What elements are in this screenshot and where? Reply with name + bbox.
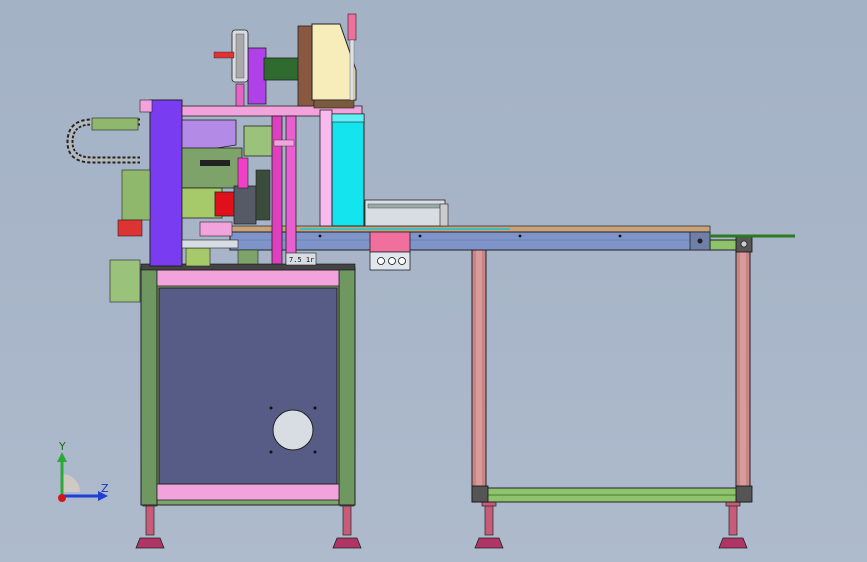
y-axis-arrow: [57, 452, 67, 462]
z-axis-label: Z: [101, 482, 109, 495]
foot-left-outer: [135, 499, 165, 549]
triad-quarter-disk: [62, 474, 80, 492]
foot-right-inner: [474, 499, 504, 549]
plate-label: 7.5 1r: [289, 256, 314, 264]
foot-left-inner: [332, 499, 362, 549]
upper-mechanism: 7.5 1r: [66, 13, 365, 303]
right-support-frame: [471, 235, 753, 503]
foot-right-outer: [718, 499, 748, 549]
cable-port-hole: [272, 409, 314, 451]
cable-drag-chain: [66, 117, 140, 164]
coordinate-triad: Y Z: [57, 440, 109, 502]
left-cabinet: [140, 263, 356, 506]
leveling-feet: [135, 499, 748, 549]
y-axis-label: Y: [58, 440, 66, 453]
cad-drawing-canvas[interactable]: 7.5 1r: [0, 0, 867, 562]
x-axis-point: [58, 494, 66, 502]
